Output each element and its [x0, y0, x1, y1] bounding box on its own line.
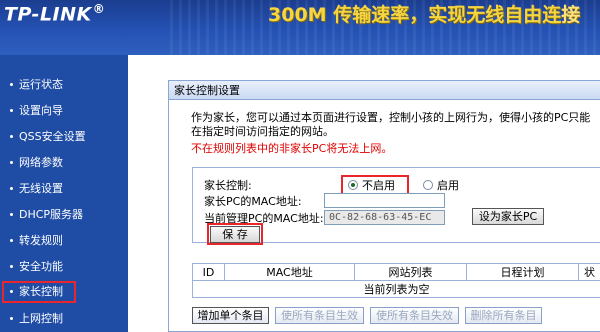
sidebar-item-label: 安全功能 [19, 260, 63, 273]
sidebar-item-qss[interactable]: QSS安全设置 [6, 126, 124, 148]
bullet-icon [10, 108, 13, 112]
tagline-text: 传输速率，实现无线自由连 [333, 4, 562, 26]
bullet-icon [10, 160, 13, 164]
bullet-icon [10, 264, 13, 268]
sidebar-item-label: QSS安全设置 [19, 130, 86, 143]
bullet-icon [10, 238, 13, 242]
radio-disable-label: 不启用 [362, 179, 395, 192]
radio-enable-label: 启用 [437, 179, 459, 192]
panel-warning: 不在规则列表中的非家长PC将无法上网。 [191, 142, 393, 155]
sidebar-item-label: 家长控制 [19, 285, 63, 298]
table-empty-text: 当前列表为空 [192, 280, 600, 298]
sidebar-item-label: DHCP服务器 [19, 208, 84, 221]
sidebar-item-wizard[interactable]: 设置向导 [6, 100, 124, 122]
sidebar-item-label: 转发规则 [19, 234, 63, 247]
sidebar-item-label: 上网控制 [19, 312, 63, 325]
sidebar-item-dhcp[interactable]: DHCP服务器 [6, 204, 124, 226]
sidebar-item-label: 设置向导 [19, 104, 63, 117]
sidebar-item-network[interactable]: 网络参数 [6, 152, 124, 174]
radio-disable[interactable] [348, 180, 358, 190]
sidebar-item-label: 无线设置 [19, 182, 63, 195]
radio-enable[interactable] [423, 180, 433, 190]
tplink-logo: TP-LINK® [4, 2, 105, 25]
logo-registered-mark: ® [92, 2, 106, 16]
rules-table: ID MAC地址 网站列表 日程计划 状 当前列表为空 [192, 263, 600, 298]
add-entry-button[interactable]: 增加单个条目 [192, 307, 269, 324]
bullet-icon [10, 289, 13, 293]
parent-mac-input[interactable] [324, 193, 445, 208]
bullet-icon [10, 212, 13, 216]
control-label: 家长控制: [204, 179, 252, 192]
save-button[interactable]: 保 存 [210, 226, 260, 243]
current-mac-field: 0C-82-68-63-45-EC [324, 210, 445, 225]
header-banner: TP-LINK® 300M 传输速率，实现无线自由连接 [0, 0, 600, 55]
header-tagline: 300M 传输速率，实现无线自由连接 [268, 0, 580, 27]
parent-mac-label: 家长PC的MAC地址: [204, 195, 302, 208]
delete-all-button[interactable]: 删除所有条目 [465, 307, 542, 324]
logo-text: TP-LINK [4, 3, 92, 26]
col-mac: MAC地址 [224, 263, 355, 281]
bullet-icon [10, 82, 13, 86]
sidebar-item-security[interactable]: 安全功能 [6, 256, 124, 278]
disable-all-button[interactable]: 使所有条目失效 [370, 307, 459, 324]
enable-all-button[interactable]: 使所有条目生效 [275, 307, 364, 324]
set-parent-pc-button[interactable]: 设为家长PC [472, 208, 544, 225]
sidebar-menu: 运行状态 设置向导 QSS安全设置 网络参数 无线设置 DHCP服务器 转发规则… [0, 55, 128, 332]
sidebar-item-forwarding[interactable]: 转发规则 [6, 230, 124, 252]
bullet-icon [10, 316, 13, 320]
tagline-rest: 接 [561, 4, 581, 26]
tagline-speed: 300M [268, 4, 327, 26]
panel-description: 作为家长，您可以通过本页面进行设置，控制小孩的上网行为，使得小孩的PC只能在指定… [191, 111, 591, 138]
sidebar-item-label: 运行状态 [19, 78, 63, 91]
panel-title: 家长控制设置 [169, 81, 600, 100]
bullet-icon [10, 134, 13, 138]
col-schedule: 日程计划 [466, 263, 579, 281]
sidebar-item-parental-control[interactable]: 家长控制 [2, 281, 76, 303]
parental-control-panel: 家长控制设置 作为家长，您可以通过本页面进行设置，控制小孩的上网行为，使得小孩的… [168, 80, 600, 332]
sidebar-item-wireless[interactable]: 无线设置 [6, 178, 124, 200]
bullet-icon [10, 186, 13, 190]
sidebar-item-access-control[interactable]: 上网控制 [6, 308, 124, 330]
sidebar-item-label: 网络参数 [19, 156, 63, 169]
sidebar-item-status[interactable]: 运行状态 [6, 74, 124, 96]
col-id: ID [192, 263, 225, 281]
col-status: 状 [578, 263, 600, 281]
table-header-row: ID MAC地址 网站列表 日程计划 状 [192, 263, 600, 281]
col-sites: 网站列表 [354, 263, 467, 281]
table-empty-row: 当前列表为空 [192, 280, 600, 298]
